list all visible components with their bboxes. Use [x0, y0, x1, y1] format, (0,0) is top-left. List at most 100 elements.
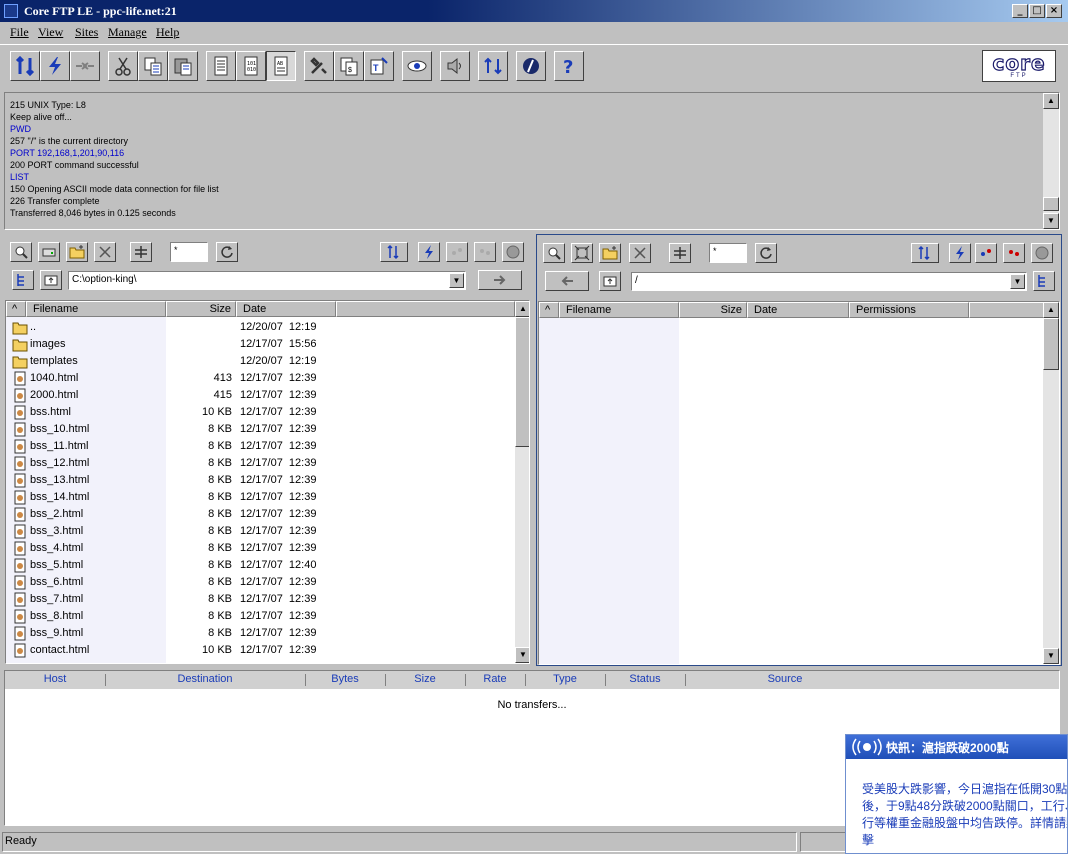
file-row[interactable]: templates 12/20/07 12:19 [6, 353, 515, 370]
local-date-column[interactable]: Date [236, 301, 336, 317]
remote-quick-download-button[interactable] [949, 243, 971, 263]
transfer-col-type[interactable]: Type [525, 673, 605, 685]
file-row[interactable]: .. 12/20/07 12:19 [6, 319, 515, 336]
transfer-col-source[interactable]: Source [685, 673, 885, 685]
file-row[interactable]: bss_8.html 8 KB 12/17/07 12:39 [6, 608, 515, 625]
site-manager-button[interactable] [304, 51, 334, 81]
scroll-thumb[interactable] [1043, 318, 1059, 370]
menu-help[interactable]: Help [156, 25, 179, 40]
local-quick-upload-button[interactable] [418, 242, 440, 262]
edit-button[interactable]: T [364, 51, 394, 81]
file-row[interactable]: bss_12.html 8 KB 12/17/07 12:39 [6, 455, 515, 472]
remote-download-button[interactable] [975, 243, 997, 263]
file-row[interactable]: 2000.html 415 12/17/07 12:39 [6, 387, 515, 404]
local-new-folder-button[interactable] [66, 242, 88, 262]
file-row[interactable]: contact.html 10 KB 12/17/07 12:39 [6, 642, 515, 659]
remote-size-column[interactable]: Size [679, 302, 747, 318]
transfer-col-size[interactable]: Size [385, 673, 465, 685]
file-row[interactable]: bss_6.html 8 KB 12/17/07 12:39 [6, 574, 515, 591]
menu-manage[interactable]: Manage [108, 25, 147, 40]
transfer-col-bytes[interactable]: Bytes [305, 673, 385, 685]
file-row[interactable]: bss_11.html 8 KB 12/17/07 12:39 [6, 438, 515, 455]
menu-file[interactable]: File [10, 25, 29, 40]
transfer-col-status[interactable]: Status [605, 673, 685, 685]
file-row[interactable]: bss_7.html 8 KB 12/17/07 12:39 [6, 591, 515, 608]
local-size-column[interactable]: Size [166, 301, 236, 317]
chevron-down-icon[interactable]: ▼ [1010, 274, 1025, 289]
transfer-col-destination[interactable]: Destination [105, 673, 305, 685]
file-row[interactable]: bss_5.html 8 KB 12/17/07 12:40 [6, 557, 515, 574]
remote-permissions-column[interactable]: Permissions [849, 302, 969, 318]
file-row[interactable]: bss_13.html 8 KB 12/17/07 12:39 [6, 472, 515, 489]
scroll-thumb[interactable] [1043, 197, 1059, 211]
remote-new-folder-button[interactable] [599, 243, 621, 263]
remote-fullscreen-button[interactable] [571, 243, 593, 263]
local-drive-button[interactable] [38, 242, 60, 262]
transfer-queue-button[interactable] [478, 51, 508, 81]
scroll-down-arrow[interactable]: ▼ [1043, 648, 1059, 664]
sound-button[interactable] [440, 51, 470, 81]
local-stop-button[interactable] [502, 242, 524, 262]
minimize-button[interactable]: _ [1012, 4, 1028, 18]
transfer-col-rate[interactable]: Rate [465, 673, 525, 685]
log-scrollbar[interactable]: ▲ ▼ [1043, 93, 1059, 229]
local-refresh-button[interactable] [216, 242, 238, 262]
local-delete-button[interactable] [94, 242, 116, 262]
file-row[interactable]: bss.html 10 KB 12/17/07 12:39 [6, 404, 515, 421]
close-button[interactable]: × [1046, 4, 1062, 18]
remote-scrollbar[interactable]: ▲ ▼ [1043, 302, 1059, 664]
local-select-button[interactable] [130, 242, 152, 262]
local-up-folder-button[interactable] [40, 270, 62, 290]
remote-find-button[interactable] [543, 243, 565, 263]
file-row[interactable]: bss_10.html 8 KB 12/17/07 12:39 [6, 421, 515, 438]
local-name-column[interactable]: Filename [26, 301, 166, 317]
maximize-button[interactable]: □ [1029, 4, 1045, 18]
menu-view[interactable]: View [38, 25, 63, 40]
scroll-down-arrow[interactable]: ▼ [515, 647, 529, 663]
remote-select-button[interactable] [669, 243, 691, 263]
remote-stop-button[interactable] [1031, 243, 1053, 263]
local-upload-button[interactable] [446, 242, 468, 262]
copy-button[interactable] [138, 51, 168, 81]
popup-body[interactable]: 受美股大跌影響，今日滬指在低開30點之 後，于9點48分跌破2000點關口，工行… [862, 781, 1067, 849]
remote-name-column[interactable]: Filename [559, 302, 679, 318]
chevron-down-icon[interactable]: ▼ [449, 273, 464, 288]
queue-button[interactable]: $ [334, 51, 364, 81]
remote-delete-button[interactable] [629, 243, 651, 263]
local-path-field[interactable]: C:\option-king\ ▼ [68, 271, 466, 290]
local-go-button[interactable] [478, 270, 522, 290]
file-row[interactable]: 1040.html 413 12/17/07 12:39 [6, 370, 515, 387]
cut-button[interactable] [108, 51, 138, 81]
file-row[interactable]: bss_14.html 8 KB 12/17/07 12:39 [6, 489, 515, 506]
view-list-button[interactable] [206, 51, 236, 81]
scroll-down-arrow[interactable]: ▼ [1043, 213, 1059, 229]
binary-mode-button[interactable]: 101 010 [236, 51, 266, 81]
transfer-col-host[interactable]: Host [5, 673, 105, 685]
scroll-up-arrow[interactable]: ▲ [515, 301, 529, 317]
local-tree-button[interactable] [12, 270, 34, 290]
remote-back-button[interactable] [545, 271, 589, 291]
remote-tree-button[interactable] [1033, 271, 1055, 291]
local-scrollbar[interactable]: ▲ ▼ [515, 301, 529, 663]
file-row[interactable]: images 12/17/07 15:56 [6, 336, 515, 353]
local-sort-column[interactable]: ^ [6, 301, 26, 317]
paste-button[interactable] [168, 51, 198, 81]
remote-transfer-mode-button[interactable] [911, 243, 939, 263]
remote-path-field[interactable]: / ▼ [631, 272, 1027, 291]
remote-filter-input[interactable]: * [709, 243, 747, 263]
local-filter-input[interactable]: * [170, 242, 208, 262]
quick-connect-button[interactable] [40, 51, 70, 81]
help-button[interactable]: ? [554, 51, 584, 81]
remote-date-column[interactable]: Date [747, 302, 849, 318]
remote-refresh-button[interactable] [755, 243, 777, 263]
scroll-thumb[interactable] [515, 317, 529, 447]
disconnect-button[interactable] [70, 51, 100, 81]
scroll-up-arrow[interactable]: ▲ [1043, 302, 1059, 318]
file-row[interactable]: bss_9.html 8 KB 12/17/07 12:39 [6, 625, 515, 642]
menu-sites[interactable]: Sites [75, 25, 98, 40]
about-button[interactable] [516, 51, 546, 81]
local-download-button[interactable] [474, 242, 496, 262]
remote-up-folder-button[interactable] [599, 271, 621, 291]
remote-upload-button[interactable] [1003, 243, 1025, 263]
remote-sort-column[interactable]: ^ [539, 302, 559, 318]
